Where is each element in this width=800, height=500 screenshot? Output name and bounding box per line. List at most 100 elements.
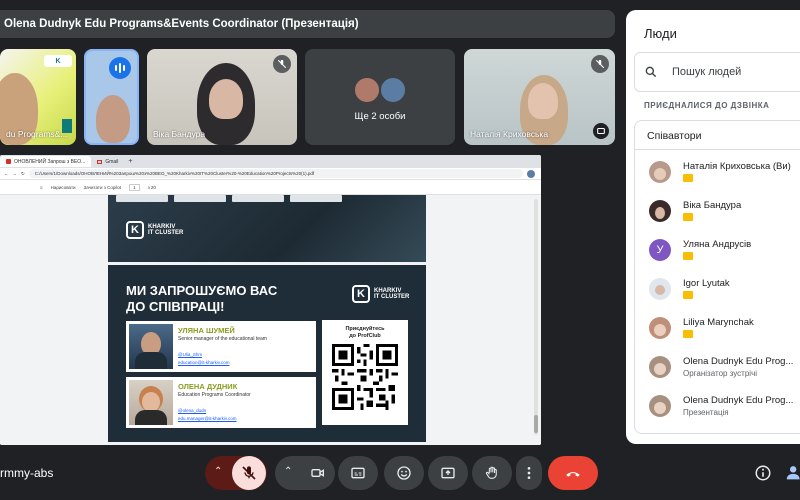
present-button[interactable] bbox=[428, 456, 468, 490]
contact-card: УЛЯНА ШУМЕЙ Senior manager of the educat… bbox=[126, 321, 316, 372]
reload-icon[interactable]: ↻ bbox=[21, 171, 25, 177]
info-icon bbox=[755, 465, 771, 481]
participant-name: Віка Бандура bbox=[153, 129, 206, 139]
participant-face bbox=[209, 79, 243, 119]
contact-card: ОЛЕНА ДУДНИК Education Programs Coordina… bbox=[126, 377, 316, 428]
participant-row[interactable]: У Уляна Андрусів bbox=[647, 236, 800, 264]
contact-telegram-link[interactable]: @olena_dudn bbox=[178, 408, 206, 413]
participant-row[interactable]: Віка Бандура bbox=[647, 197, 800, 225]
contact-telegram-link[interactable]: @Ulia_Shm bbox=[178, 352, 202, 357]
qr-code-icon bbox=[332, 344, 398, 411]
pdf-copilot-button[interactable]: Зачитати з Copilot bbox=[84, 185, 122, 190]
search-icon bbox=[645, 66, 657, 78]
kharkiv-it-cluster-logo: K KHARKIV IT CLUSTER bbox=[126, 221, 183, 239]
address-bar-text: C:/Users/1/Downloads/ОНОВЛЕНИЙ%20Запрош%… bbox=[34, 171, 315, 176]
participant-row[interactable]: Olena Dudnyk Edu Prog... Організатор зус… bbox=[647, 353, 800, 381]
forward-icon[interactable]: → bbox=[13, 171, 18, 176]
meet-window: Olena Dudnyk Edu Programs&Events Coordin… bbox=[0, 0, 800, 500]
mic-off-icon bbox=[273, 55, 291, 73]
participant-tile-more[interactable]: Ще 2 особи bbox=[305, 49, 455, 145]
captions-icon bbox=[351, 467, 365, 479]
search-placeholder: Пошук людей bbox=[672, 66, 742, 78]
slide-header-strip bbox=[108, 195, 426, 203]
mic-off-icon bbox=[242, 466, 256, 480]
collaborator-badge-icon bbox=[683, 291, 693, 299]
participant-row[interactable]: Liliya Marynchak bbox=[647, 314, 800, 342]
hand-icon bbox=[485, 466, 497, 479]
participant-name: Igor Lyutak bbox=[683, 278, 730, 289]
meeting-info-button[interactable] bbox=[752, 462, 774, 484]
participant-row[interactable]: Наталія Криховська (Ви) bbox=[647, 158, 800, 186]
camera-group: ⌃ bbox=[275, 456, 335, 490]
captions-button[interactable] bbox=[338, 456, 378, 490]
participant-tile[interactable]: K du Programs&... bbox=[0, 49, 76, 145]
section-label: ПРИЄДНАЛИСЯ ДО ДЗВІНКА bbox=[644, 101, 770, 110]
qr-card: Приєднуйтесь до ProfClub bbox=[322, 320, 408, 425]
contact-email-link[interactable]: edu.manager@it-kharkiv.com bbox=[178, 416, 237, 421]
scrollbar-thumb[interactable] bbox=[534, 415, 538, 433]
contact-role: Education Programs Coordinator bbox=[178, 392, 251, 398]
participant-face bbox=[528, 83, 558, 119]
raise-hand-button[interactable] bbox=[472, 456, 512, 490]
avatar bbox=[649, 356, 671, 378]
panel-title: Люди bbox=[644, 26, 677, 41]
back-icon[interactable]: ← bbox=[4, 171, 9, 176]
participant-row[interactable]: Igor Lyutak bbox=[647, 275, 800, 303]
avatar-initial: У bbox=[656, 244, 664, 256]
participant-tile-self[interactable]: Наталія Криховська bbox=[464, 49, 615, 145]
chevron-up-icon[interactable]: ⌃ bbox=[214, 466, 222, 477]
people-button[interactable] bbox=[784, 462, 800, 484]
participant-tile[interactable]: Віка Бандура bbox=[147, 49, 297, 145]
participant-name: Віка Бандура bbox=[683, 200, 742, 211]
browser-tab-gmail[interactable]: Gmail bbox=[91, 156, 124, 167]
camera-button[interactable] bbox=[301, 456, 335, 490]
profile-avatar[interactable] bbox=[527, 169, 535, 178]
slide-invite-heading: МИ ЗАПРОШУЄМО ВАС ДО СПІВПРАЦІ! bbox=[126, 283, 278, 315]
pdf-page-input[interactable]: 1 bbox=[129, 183, 140, 191]
meeting-code: rmmy-abs bbox=[0, 466, 54, 480]
more-participants-label: Ще 2 особи bbox=[354, 111, 406, 122]
browser-address-row: ← → ↻ C:/Users/1/Downloads/ОНОВЛЕНИЙ%20З… bbox=[0, 168, 541, 180]
participant-tile[interactable] bbox=[84, 49, 139, 145]
new-tab-icon[interactable]: + bbox=[128, 158, 132, 165]
mic-off-icon bbox=[591, 55, 609, 73]
logo-k-icon: K bbox=[352, 285, 370, 303]
browser-tab-pdf[interactable]: ОНОВЛЕНИЙ Запрош з ВЕО... bbox=[0, 156, 92, 167]
avatar-group bbox=[305, 76, 455, 104]
present-screen-icon bbox=[441, 467, 455, 479]
address-bar[interactable]: C:/Users/1/Downloads/ОНОВЛЕНИЙ%20Запрош%… bbox=[28, 169, 523, 178]
collaborator-badge-icon bbox=[683, 213, 693, 221]
pdf-menu-icon[interactable]: ≡ bbox=[40, 185, 43, 190]
emoji-icon bbox=[397, 466, 411, 480]
microphone-button[interactable] bbox=[232, 456, 266, 490]
search-people-input[interactable]: Пошук людей bbox=[634, 52, 800, 92]
pdf-toolbar: ≡ Нарисовати Зачитати з Copilot 1 з 20 bbox=[0, 180, 541, 195]
participant-role: Організатор зустрічі bbox=[683, 369, 758, 378]
browser-tab-label: ОНОВЛЕНИЙ Запрош з ВЕО... bbox=[14, 158, 86, 165]
logo-line2: IT CLUSTER bbox=[374, 294, 410, 300]
pdf-scrollbar[interactable] bbox=[534, 199, 538, 435]
participant-row[interactable]: Olena Dudnyk Edu Prog... Презентація bbox=[647, 392, 800, 420]
collaborator-badge-icon bbox=[683, 252, 693, 260]
participant-name: Уляна Андрусів bbox=[683, 239, 752, 250]
leave-call-button[interactable] bbox=[548, 456, 598, 490]
more-vert-icon bbox=[527, 467, 531, 479]
avatar: У bbox=[649, 239, 671, 261]
reactions-button[interactable] bbox=[384, 456, 424, 490]
gmail-icon bbox=[97, 159, 103, 164]
chevron-up-icon[interactable]: ⌃ bbox=[284, 466, 292, 477]
browser-tab-label: Gmail bbox=[105, 158, 119, 165]
more-options-button[interactable] bbox=[516, 456, 542, 490]
speaking-indicator-icon bbox=[109, 57, 131, 79]
participant-role: Презентація bbox=[683, 408, 729, 417]
collaborator-badge-icon bbox=[683, 174, 693, 182]
participants-list: Співавтори Наталія Криховська (Ви) Віка … bbox=[634, 120, 800, 434]
pdf-draw-button[interactable]: Нарисовати bbox=[51, 185, 76, 190]
avatar bbox=[649, 278, 671, 300]
contact-photo bbox=[129, 324, 173, 369]
avatar bbox=[649, 395, 671, 417]
frame-icon[interactable] bbox=[593, 123, 609, 139]
contact-email-link[interactable]: education@it-kharkiv.com bbox=[178, 360, 230, 365]
shared-screen-browser: ОНОВЛЕНИЙ Запрош з ВЕО... Gmail + ← → ↻ … bbox=[0, 155, 541, 445]
avatar bbox=[649, 317, 671, 339]
